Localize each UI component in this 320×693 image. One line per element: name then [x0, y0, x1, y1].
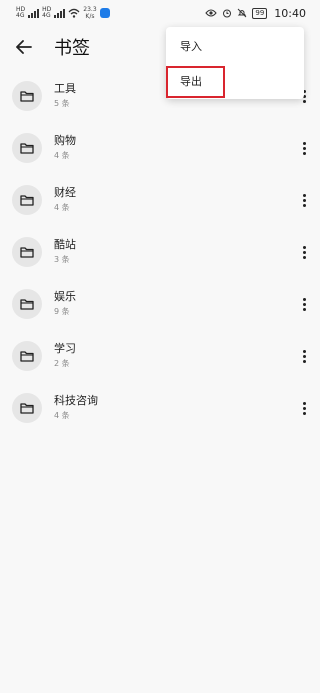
- folder-avatar: [12, 237, 42, 267]
- bookmark-folder-text: 娱乐 9 条: [54, 290, 76, 318]
- bookmark-folder-row[interactable]: 科技咨询 4 条: [0, 382, 320, 434]
- bookmark-folder-count: 4 条: [54, 151, 70, 160]
- bookmark-folder-text: 工具 5 条: [54, 82, 76, 110]
- folder-icon: [20, 247, 34, 258]
- bookmark-folder-title: 科技咨询: [54, 394, 98, 407]
- folder-icon: [20, 299, 34, 310]
- sim2-4g-label: 4G: [42, 12, 51, 19]
- network-speed-value: 23.3: [83, 6, 97, 13]
- folder-avatar: [12, 341, 42, 371]
- bookmark-folder-count: 9 条: [54, 307, 70, 316]
- bookmark-folder-count: 2 条: [54, 359, 70, 368]
- bookmark-folder-row[interactable]: 娱乐 9 条: [0, 278, 320, 330]
- eye-icon: [205, 9, 218, 17]
- status-bar: HD 4G HD 4G 23.3 K/s 99 10:40: [0, 0, 320, 26]
- bookmark-folder-row[interactable]: 酷站 3 条: [0, 226, 320, 278]
- bookmark-folder-title: 学习: [54, 342, 76, 355]
- bookmark-folder-text: 科技咨询 4 条: [54, 394, 98, 422]
- more-options-button[interactable]: [300, 138, 308, 158]
- arrow-left-icon: [16, 40, 32, 54]
- bookmark-folder-count: 5 条: [54, 99, 70, 108]
- sim2-labels: HD 4G: [42, 7, 51, 19]
- more-options-button[interactable]: [300, 190, 308, 210]
- sim1-4g-label: 4G: [16, 12, 25, 19]
- page-title: 书签: [54, 38, 90, 59]
- signal-icon: [28, 8, 40, 18]
- folder-icon: [20, 91, 34, 102]
- more-options-button[interactable]: [300, 242, 308, 262]
- bookmark-folder-row[interactable]: 学习 2 条: [0, 330, 320, 382]
- bookmark-folder-title: 工具: [54, 82, 76, 95]
- bookmark-folder-text: 酷站 3 条: [54, 238, 76, 266]
- folder-icon: [20, 351, 34, 362]
- status-right: 99 10:40: [205, 7, 306, 20]
- network-speed-unit: K/s: [85, 13, 95, 20]
- wifi-icon: [68, 8, 80, 18]
- bookmark-folder-title: 酷站: [54, 238, 76, 251]
- bookmark-folder-row[interactable]: 购物 4 条: [0, 122, 320, 174]
- bookmark-folder-text: 学习 2 条: [54, 342, 76, 370]
- sim1-labels: HD 4G: [16, 7, 25, 19]
- signal-icon-2: [54, 8, 66, 18]
- bookmark-folder-count: 4 条: [54, 411, 70, 420]
- bookmark-folder-text: 购物 4 条: [54, 134, 76, 162]
- more-options-button[interactable]: [300, 294, 308, 314]
- folder-icon: [20, 403, 34, 414]
- folder-avatar: [12, 185, 42, 215]
- folder-avatar: [12, 133, 42, 163]
- bookmark-folder-title: 购物: [54, 134, 76, 147]
- bookmark-folder-count: 4 条: [54, 203, 70, 212]
- folder-icon: [20, 143, 34, 154]
- overflow-menu: 导入 导出: [166, 27, 304, 99]
- clock: 10:40: [274, 6, 306, 20]
- folder-avatar: [12, 81, 42, 111]
- menu-item-export[interactable]: 导出: [166, 64, 304, 98]
- alarm-icon: [223, 9, 232, 18]
- folder-avatar: [12, 289, 42, 319]
- bookmark-list: 工具 5 条 购物 4 条 财经 4 条 酷站 3 条 娱乐 9 条 学习 2 …: [0, 70, 320, 434]
- app-notification-icon: [99, 8, 110, 18]
- folder-avatar: [12, 393, 42, 423]
- bookmark-folder-title: 娱乐: [54, 290, 76, 303]
- status-left: HD 4G HD 4G 23.3 K/s: [16, 6, 110, 20]
- mute-bell-icon: [238, 8, 247, 18]
- bookmark-folder-row[interactable]: 财经 4 条: [0, 174, 320, 226]
- battery-level: 99: [252, 7, 268, 19]
- back-button[interactable]: [14, 37, 34, 57]
- folder-icon: [20, 195, 34, 206]
- more-options-button[interactable]: [300, 398, 308, 418]
- bookmark-folder-count: 3 条: [54, 255, 70, 264]
- network-speed: 23.3 K/s: [83, 6, 96, 20]
- bookmark-folder-title: 财经: [54, 186, 76, 199]
- bookmark-folder-text: 财经 4 条: [54, 186, 76, 214]
- menu-item-import[interactable]: 导入: [166, 29, 304, 63]
- more-options-button[interactable]: [300, 346, 308, 366]
